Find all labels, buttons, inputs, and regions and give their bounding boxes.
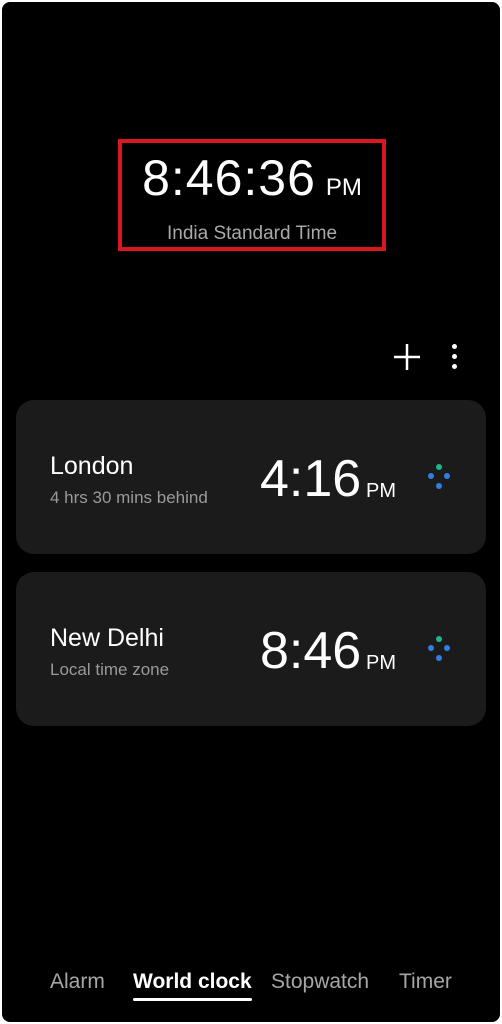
active-tab-indicator [133,998,252,1001]
city-time-ampm: PM [366,652,396,674]
plus-icon [394,344,420,370]
current-timezone-label: India Standard Time [166,223,338,244]
add-city-button[interactable] [390,340,424,374]
bottom-tab-bar: Alarm World clock Stopwatch Timer [2,960,500,1010]
tab-world-clock[interactable]: World clock [133,970,252,1001]
clock-card-new-delhi[interactable]: New Delhi Local time zone 8:46 PM [16,572,486,726]
current-time-ampm: PM [325,174,362,201]
tab-label: Alarm [50,970,105,993]
current-time: 8:46:36 PM [122,149,382,217]
current-time-display: 8:46:36 PM India Standard Time [118,139,386,251]
weather-dots-icon[interactable] [424,464,454,494]
time-difference: Local time zone [50,660,170,679]
weather-dots-icon[interactable] [424,636,454,666]
tab-timer[interactable]: Timer [399,970,452,994]
more-options-button[interactable] [442,342,466,372]
clock-card-london[interactable]: London 4 hrs 30 mins behind 4:16 PM [16,400,486,554]
world-clock-screen: 8:46:36 PM India Standard Time London 4 h… [2,2,500,1022]
tab-label: Timer [399,970,452,993]
city-name: New Delhi [50,624,164,652]
city-time: 4:16 [260,450,362,508]
current-time-value: 8:46:36 [142,150,316,206]
tab-stopwatch[interactable]: Stopwatch [271,970,369,994]
city-name: London [50,452,134,480]
tab-label: World clock [133,970,252,993]
tab-alarm[interactable]: Alarm [50,970,105,994]
tab-label: Stopwatch [271,970,370,993]
time-difference: 4 hrs 30 mins behind [50,488,208,507]
city-time-ampm: PM [366,480,396,502]
city-time: 8:46 [260,622,362,680]
